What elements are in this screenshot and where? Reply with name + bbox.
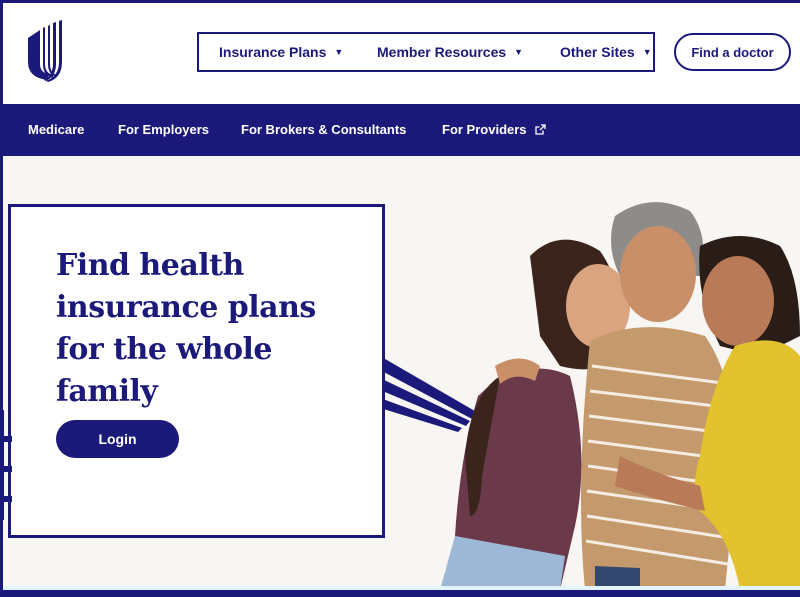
page-frame-top [0, 0, 800, 3]
subnav-for-employers[interactable]: For Employers [118, 122, 209, 137]
hero-card: Find health insurance plans for the whol… [8, 204, 385, 538]
find-a-doctor-button[interactable]: Find a doctor [674, 33, 791, 71]
subnav-for-brokers[interactable]: For Brokers & Consultants [241, 122, 406, 137]
caret-down-icon: ▼ [642, 47, 652, 57]
swoosh-stripes-decoration [380, 356, 480, 432]
unitedhealthcare-logo-icon[interactable] [26, 20, 66, 82]
page-frame-bottom [0, 590, 800, 597]
headline-line-2: insurance plans [56, 290, 316, 325]
headline-line-3: for the whole [56, 332, 273, 367]
subnav-medicare[interactable]: Medicare [28, 122, 84, 137]
site-header: Insurance Plans ▼ Member Resources ▼ Oth… [0, 0, 800, 104]
secondary-nav: Medicare For Employers For Brokers & Con… [0, 104, 800, 156]
subnav-for-employers-label: For Employers [118, 122, 210, 137]
subnav-medicare-label: Medicare [28, 122, 85, 137]
subnav-for-providers[interactable]: For Providers [442, 122, 546, 137]
nav-insurance-plans-label: Insurance Plans [219, 44, 327, 60]
caret-down-icon: ▼ [514, 47, 524, 57]
nav-member-resources-label: Member Resources [377, 44, 507, 60]
nav-other-sites-label: Other Sites [560, 44, 635, 60]
headline-line-1: Find health [56, 248, 244, 283]
caret-down-icon: ▼ [334, 47, 344, 57]
login-button[interactable]: Login [56, 420, 179, 458]
nav-insurance-plans[interactable]: Insurance Plans ▼ [219, 44, 343, 60]
subnav-for-providers-label: For Providers [442, 122, 527, 137]
nav-member-resources[interactable]: Member Resources ▼ [377, 44, 523, 60]
subnav-for-brokers-label: For Brokers & Consultants [241, 122, 407, 137]
external-link-icon [534, 124, 546, 135]
headline-line-4: family [56, 374, 158, 409]
nav-other-sites[interactable]: Other Sites ▼ [560, 44, 652, 60]
primary-nav: Insurance Plans ▼ Member Resources ▼ Oth… [197, 32, 655, 72]
hero-headline: Find health insurance plans for the whol… [56, 245, 356, 413]
page-frame-left [0, 0, 3, 597]
